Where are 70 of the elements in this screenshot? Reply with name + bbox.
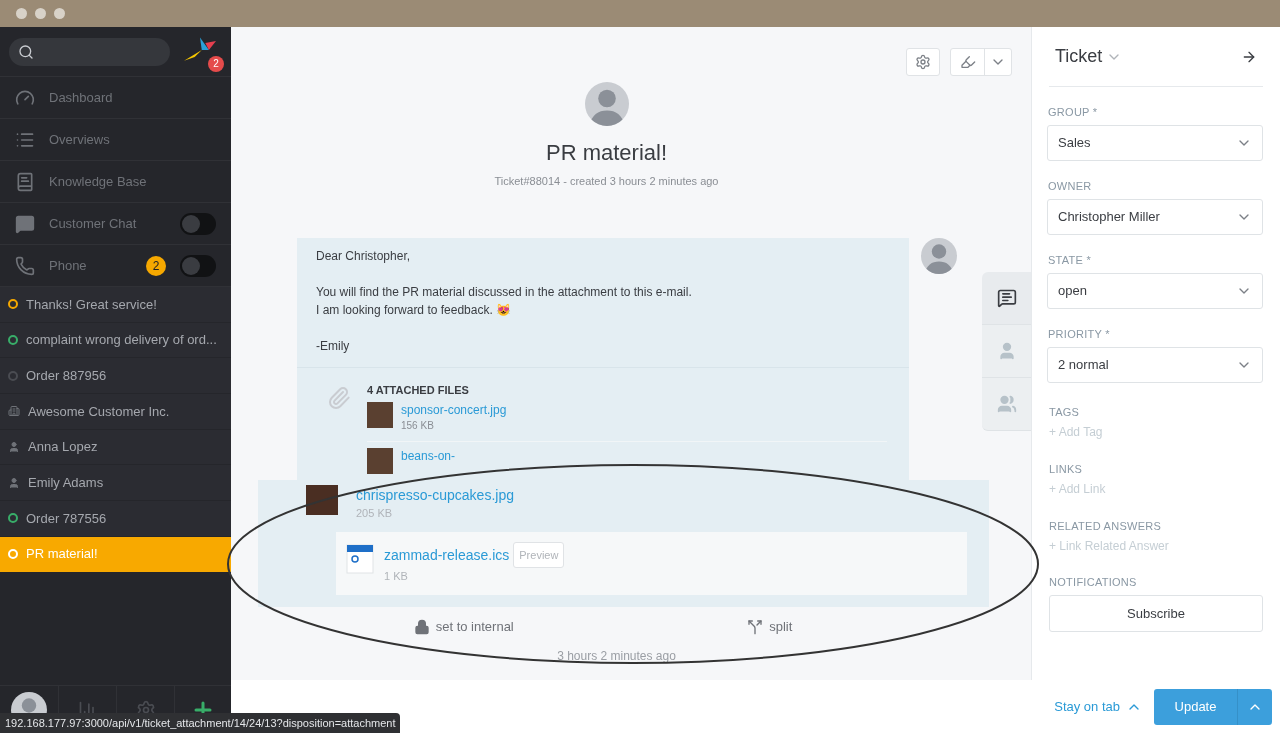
settings-button[interactable] (906, 48, 940, 76)
select-field[interactable]: Christopher Miller (1047, 199, 1263, 235)
field-label: GROUP * (1048, 105, 1099, 119)
side-tab[interactable] (982, 272, 1031, 325)
attachment-link[interactable]: chrispresso-cupcakes.jpg (356, 485, 514, 505)
agent-avatar (921, 238, 957, 274)
chat-icon (15, 213, 35, 234)
field-label: OWNER (1048, 179, 1093, 193)
select-field[interactable]: open (1047, 273, 1263, 309)
subscribe-button[interactable]: Subscribe (1049, 595, 1263, 632)
task-item[interactable]: Awesome Customer Inc. (0, 394, 231, 430)
message-paragraph: Dear Christopher, (316, 248, 412, 265)
status-url-tooltip: 192.168.177.97:3000/api/v1/ticket_attachment/14/24/13?disposition=attachment (0, 712, 401, 733)
attachment-link[interactable]: beans-on- (401, 448, 456, 464)
section-label: TAGS (1049, 405, 1081, 419)
article-action[interactable]: set to internal (413, 617, 514, 637)
toggle-switch[interactable] (180, 254, 216, 277)
message-paragraph: -Emily (316, 338, 351, 355)
book-icon (15, 171, 35, 192)
person-icon (8, 441, 20, 454)
task-item[interactable]: complaint wrong delivery of ord... (0, 322, 231, 359)
file-size: 1 KB (384, 569, 409, 584)
field-label: PRIORITY * (1048, 327, 1111, 341)
search-icon (18, 43, 34, 60)
photo-placeholder (367, 402, 393, 428)
task-item[interactable]: Order 787556 (0, 501, 231, 537)
attachment-link[interactable]: zammad-release.ics (384, 544, 510, 565)
nav-item[interactable]: Overviews (0, 119, 231, 161)
person-icon (8, 476, 20, 489)
people-icon (996, 394, 1017, 414)
photo-placeholder (367, 448, 393, 474)
panel-title[interactable]: Ticket (1055, 43, 1103, 70)
stay-on-tab-button[interactable]: Stay on tab (1054, 696, 1142, 717)
settings-icon (915, 54, 931, 70)
calendar-icon (346, 541, 374, 574)
attachments-heading: 4 ATTACHED FILES (367, 383, 470, 398)
search-field[interactable] (9, 37, 170, 66)
field-label: STATE * (1048, 253, 1093, 267)
section-label: NOTIFICATIONS (1049, 575, 1138, 589)
task-item[interactable]: Emily Adams (0, 465, 231, 502)
building-icon (8, 405, 20, 418)
nav-item[interactable]: Knowledge Base (0, 161, 231, 203)
toggle-switch[interactable] (180, 212, 216, 235)
file-size: 156 KB (401, 419, 435, 433)
photo-placeholder (306, 485, 338, 515)
notification-badge: 2 (208, 55, 224, 72)
paperclip-icon (327, 386, 351, 410)
chat-icon (996, 288, 1017, 308)
select-field[interactable]: 2 normal (1047, 347, 1263, 383)
task-item[interactable]: Thanks! Great service! (0, 287, 231, 323)
phone-icon (15, 255, 35, 276)
ticket-meta: Ticket#88014 - created 3 hours 2 minutes ago (494, 174, 719, 189)
article-action[interactable]: split (747, 617, 793, 637)
task-item[interactable]: Anna Lopez (0, 429, 231, 466)
split-icon (747, 619, 764, 635)
ticket-title: PR material! (545, 139, 667, 167)
task-item[interactable]: Order 887956 (0, 358, 231, 395)
count-badge: 2 (146, 255, 166, 276)
message-paragraph: You will find the PR material discussed in the attachment to this e-mail. I am looking forward to feedback. 😻 (316, 284, 693, 319)
select-field[interactable]: Sales (1047, 125, 1263, 161)
customer-avatar (584, 82, 629, 126)
lock-icon (413, 619, 430, 635)
section-label: RELATED ANSWERS (1049, 519, 1163, 533)
attachment-link[interactable]: sponsor-concert.jpg (401, 402, 507, 418)
nav-item[interactable]: Dashboard (0, 77, 231, 119)
file-size: 205 KB (356, 506, 394, 521)
nav-item[interactable]: Customer Chat (0, 203, 231, 245)
article-time: 3 hours 2 minutes ago (557, 648, 676, 665)
highlighter-icon (959, 54, 976, 70)
section-label: LINKS (1049, 462, 1084, 476)
